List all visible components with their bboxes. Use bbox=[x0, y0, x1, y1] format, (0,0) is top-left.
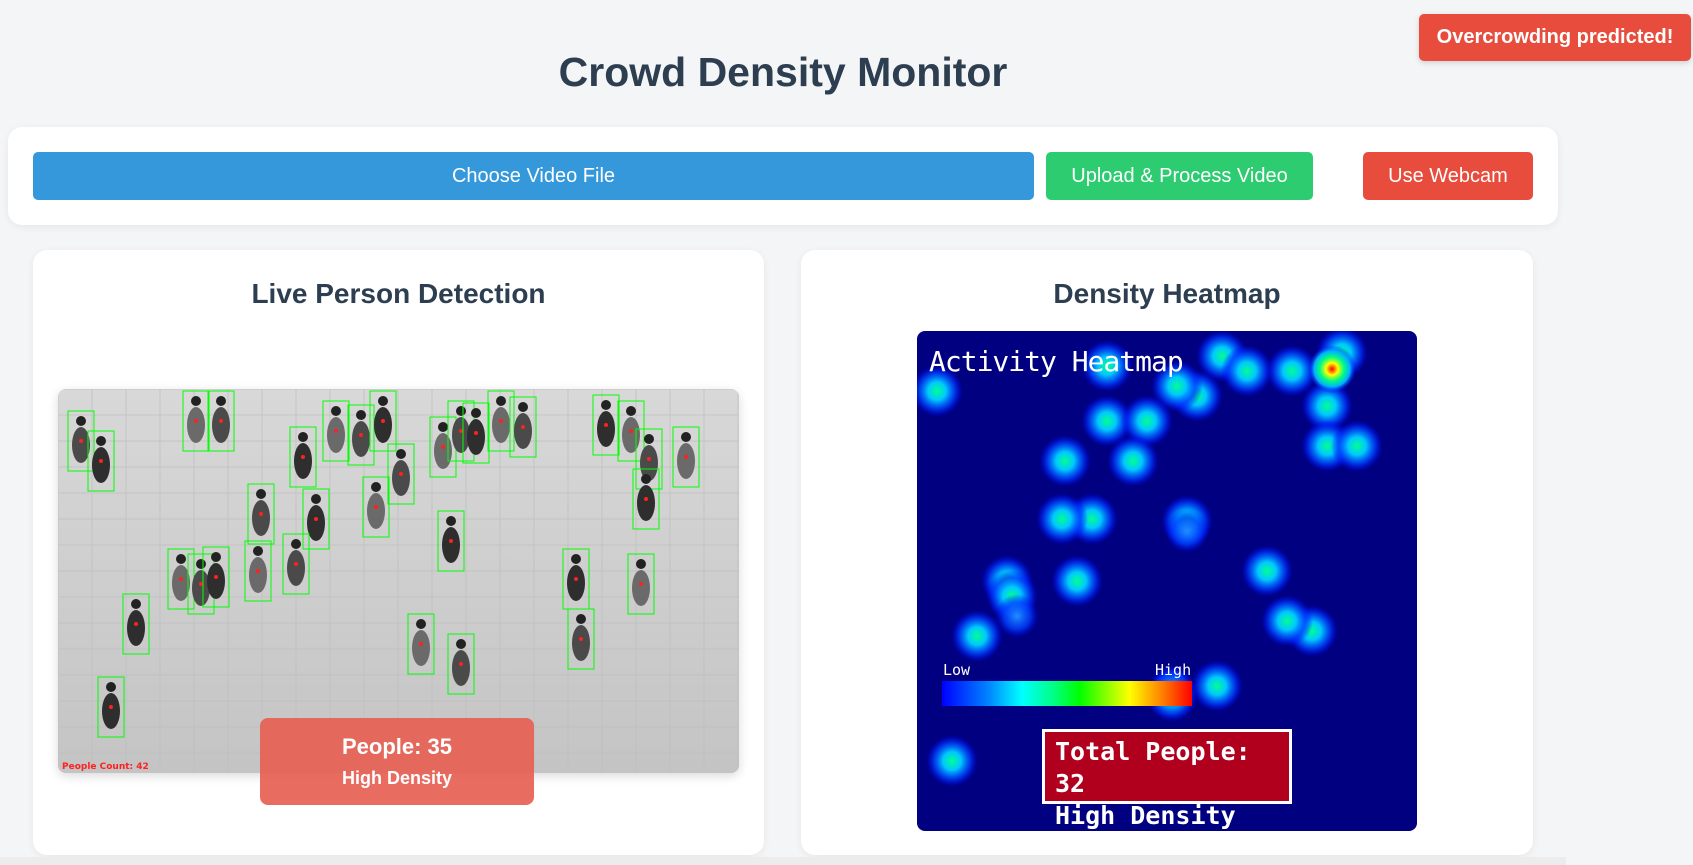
people-count-overlay: People: 35 High Density bbox=[260, 718, 534, 805]
heatmap-image: Activity Heatmap Low High Total People: … bbox=[917, 331, 1417, 831]
upload-process-video-button[interactable]: Upload & Process Video bbox=[1046, 152, 1313, 200]
heatmap-total-people: Total People: 32 bbox=[1055, 737, 1251, 798]
density-heatmap-title: Density Heatmap bbox=[1053, 278, 1281, 309]
density-heatmap-panel: Density Heatmap Activity Heatmap Low Hig… bbox=[801, 250, 1533, 855]
heatmap-legend-low: Low bbox=[943, 661, 971, 679]
video-people-count-text: People Count: 42 bbox=[62, 762, 149, 772]
heatmap-legend-high: High bbox=[1155, 661, 1192, 679]
live-detection-title: Live Person Detection bbox=[251, 278, 546, 309]
detection-video-frame: People Count: 42 bbox=[58, 389, 739, 773]
people-count-text: People: 35 bbox=[341, 734, 453, 759]
heatmap-summary-box: Total People: 32 High Density bbox=[1042, 729, 1292, 830]
use-webcam-button[interactable]: Use Webcam bbox=[1363, 152, 1533, 200]
page-bottom-edge bbox=[0, 857, 1566, 865]
page-title: Crowd Density Monitor bbox=[558, 49, 1008, 95]
density-level-text: High Density bbox=[341, 768, 452, 788]
choose-video-file-button[interactable]: Choose Video File bbox=[33, 152, 1034, 200]
heatmap-density-level: High Density bbox=[1055, 801, 1236, 830]
control-toolbar: Choose Video File Upload & Process Video… bbox=[8, 127, 1558, 225]
live-detection-panel: Live Person Detection People Count: 42 P… bbox=[33, 250, 764, 855]
heatmap-image-title: Activity Heatmap bbox=[929, 345, 1184, 378]
heatmap-color-scale bbox=[942, 681, 1192, 706]
detection-video-image: People Count: 42 bbox=[58, 389, 739, 773]
